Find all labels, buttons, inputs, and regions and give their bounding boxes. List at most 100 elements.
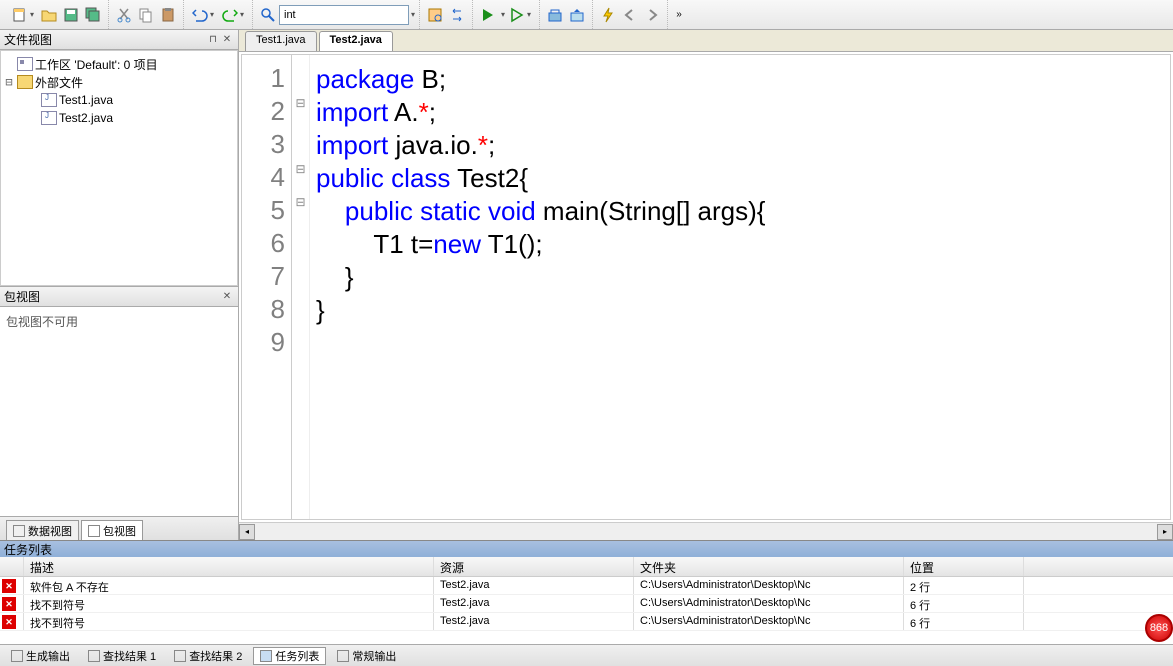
task-row[interactable]: ✕ 找不到符号Test2.javaC:\Users\Administrator\D… [0, 595, 1173, 613]
task-row[interactable]: ✕ 软件包 A 不存在Test2.javaC:\Users\Administrat… [0, 577, 1173, 595]
save-all-button[interactable] [83, 5, 103, 25]
toolbar-overflow-icon[interactable]: » [669, 5, 689, 25]
rebuild-button[interactable] [567, 5, 587, 25]
copy-button[interactable] [136, 5, 156, 25]
workspace-node[interactable]: 工作区 'Default': 0 项目 [3, 55, 235, 73]
editor-tab-test1[interactable]: Test1.java [245, 31, 317, 51]
tab-pkg-view[interactable]: 包视图 [81, 520, 143, 540]
pin-icon[interactable]: ⊓ [206, 33, 220, 47]
editor-area: Test1.java Test2.java 123456789 ⊟⊟⊟ pack… [238, 30, 1173, 540]
workspace-icon [17, 57, 33, 71]
error-icon: ✕ [2, 579, 16, 593]
fold-column[interactable]: ⊟⊟⊟ [292, 55, 310, 519]
debug-run-button[interactable]: ▾ [506, 5, 534, 25]
tab-build-output[interactable]: 生成输出 [4, 647, 77, 665]
pkg-view-header: 包视图 ✕ [0, 287, 238, 307]
task-pos: 6 行 [904, 595, 1024, 612]
pkg-view-icon [88, 525, 100, 537]
close-icon[interactable]: ✕ [220, 33, 234, 47]
find-in-files-button[interactable] [425, 5, 445, 25]
find-icon [174, 650, 186, 662]
file-label: Test1.java [59, 93, 113, 107]
scroll-right-icon[interactable]: ▸ [1157, 524, 1173, 540]
task-desc: 软件包 A 不存在 [24, 577, 434, 594]
save-button[interactable] [61, 5, 81, 25]
open-button[interactable] [39, 5, 59, 25]
tab-task-list[interactable]: 任务列表 [253, 647, 326, 665]
tab-find-results-2[interactable]: 查找结果 2 [167, 647, 249, 665]
code-content[interactable]: package B;import A.*;import java.io.*;pu… [310, 55, 1170, 519]
file-node-test1[interactable]: Test1.java [3, 91, 235, 109]
redo-button[interactable]: ▾ [219, 5, 247, 25]
replace-button[interactable] [447, 5, 467, 25]
undo-button[interactable]: ▾ [189, 5, 217, 25]
data-view-icon [13, 525, 25, 537]
task-list-panel: 任务列表 描述 资源 文件夹 位置 ✕软件包 A 不存在Test2.javaC:… [0, 540, 1173, 644]
run-button[interactable] [478, 5, 498, 25]
task-folder: C:\Users\Administrator\Desktop\Nc [634, 595, 904, 612]
find-button[interactable] [258, 5, 278, 25]
build-button[interactable] [545, 5, 565, 25]
pkg-unavailable-text: 包视图不可用 [0, 307, 238, 516]
run-dropdown-icon[interactable]: ▾ [501, 10, 505, 19]
error-icon: ✕ [2, 597, 16, 611]
search-dropdown-icon[interactable]: ▾ [411, 10, 415, 19]
editor-tabs: Test1.java Test2.java [239, 30, 1173, 52]
tab-data-view[interactable]: 数据视图 [6, 520, 79, 540]
external-files-node[interactable]: ⊟ 外部文件 [3, 73, 235, 91]
find-icon [88, 650, 100, 662]
col-folder[interactable]: 文件夹 [634, 557, 904, 576]
col-resource[interactable]: 资源 [434, 557, 634, 576]
task-folder: C:\Users\Administrator\Desktop\Nc [634, 613, 904, 630]
notification-badge[interactable]: 868 [1145, 614, 1173, 642]
task-pos: 6 行 [904, 613, 1024, 630]
nav-back-button[interactable] [620, 5, 640, 25]
task-res: Test2.java [434, 577, 634, 594]
task-pos: 2 行 [904, 577, 1024, 594]
editor-tab-test2[interactable]: Test2.java [319, 31, 393, 51]
tab-label: 查找结果 1 [103, 648, 156, 664]
new-file-button[interactable]: ▾ [9, 5, 37, 25]
task-row[interactable]: ✕ 找不到符号Test2.javaC:\Users\Administrator\D… [0, 613, 1173, 631]
scroll-left-icon[interactable]: ◂ [239, 524, 255, 540]
lightning-button[interactable] [598, 5, 618, 25]
package-view-pane: 包视图 ✕ 包视图不可用 [0, 286, 238, 516]
paste-button[interactable] [158, 5, 178, 25]
folder-icon [17, 75, 33, 89]
tab-label: 常规输出 [352, 648, 396, 664]
workspace-label: 工作区 'Default': 0 项目 [35, 56, 158, 73]
file-node-test2[interactable]: Test2.java [3, 109, 235, 127]
tab-find-results-1[interactable]: 查找结果 1 [81, 647, 163, 665]
close-icon[interactable]: ✕ [220, 290, 234, 304]
pkg-view-title: 包视图 [4, 288, 40, 305]
nav-forward-button[interactable] [642, 5, 662, 25]
task-res: Test2.java [434, 613, 634, 630]
task-list-icon [260, 650, 272, 662]
horizontal-scrollbar[interactable]: ◂ ▸ [239, 522, 1173, 540]
col-position[interactable]: 位置 [904, 557, 1024, 576]
tab-label: 任务列表 [275, 648, 319, 664]
file-tree[interactable]: 工作区 'Default': 0 项目 ⊟ 外部文件 Test1.java Te… [0, 50, 238, 286]
task-res: Test2.java [434, 595, 634, 612]
line-number-gutter: 123456789 [242, 55, 292, 519]
task-desc: 找不到符号 [24, 613, 434, 630]
left-bottom-tabs: 数据视图 包视图 [0, 516, 238, 540]
cut-button[interactable] [114, 5, 134, 25]
tab-label: 查找结果 2 [189, 648, 242, 664]
java-file-icon [41, 93, 57, 107]
code-editor[interactable]: 123456789 ⊟⊟⊟ package B;import A.*;impor… [241, 54, 1171, 520]
task-desc: 找不到符号 [24, 595, 434, 612]
left-sidebar: 文件视图 ⊓ ✕ 工作区 'Default': 0 项目 ⊟ 外部文件 Test… [0, 30, 238, 540]
col-description[interactable]: 描述 [24, 557, 434, 576]
build-output-icon [11, 650, 23, 662]
task-table-header: 描述 资源 文件夹 位置 [0, 557, 1173, 577]
tab-label: 生成输出 [26, 648, 70, 664]
error-icon: ✕ [2, 615, 16, 629]
java-file-icon [41, 111, 57, 125]
task-folder: C:\Users\Administrator\Desktop\Nc [634, 577, 904, 594]
tab-label: 包视图 [103, 523, 136, 539]
tab-console-output[interactable]: 常规输出 [330, 647, 403, 665]
main-toolbar: ▾ ▾ ▾ ▾ ▾ ▾ » [0, 0, 1173, 30]
bottom-tabs: 生成输出 查找结果 1 查找结果 2 任务列表 常规输出 [0, 644, 1173, 666]
search-input[interactable] [279, 5, 409, 25]
